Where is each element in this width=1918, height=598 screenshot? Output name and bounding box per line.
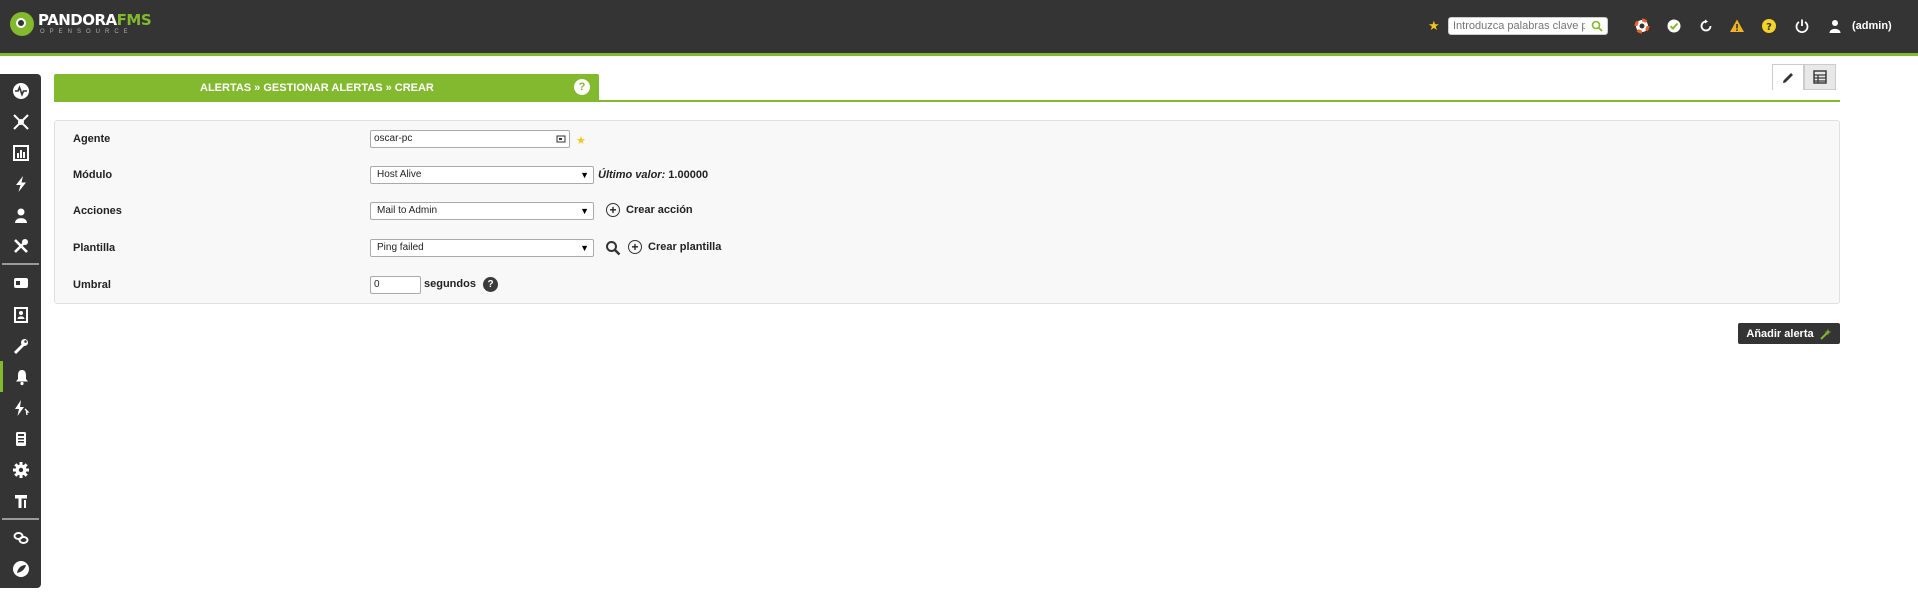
contact-icon[interactable] (0, 299, 41, 330)
logo-mark-icon (10, 12, 34, 36)
last-value: Último valor: 1.00000 (598, 169, 708, 181)
logo-main-text: PANDORA (38, 11, 117, 29)
monitoring-icon[interactable] (0, 75, 41, 106)
add-icon: + (606, 203, 620, 217)
hammer-icon[interactable] (0, 485, 41, 516)
tab-list[interactable] (1804, 64, 1836, 90)
agent-value: oscar-pc (374, 133, 413, 144)
list-icon (1813, 70, 1827, 84)
template-select[interactable]: Ping failed ▼ (370, 239, 594, 257)
top-bar: PANDORAFMS OPENSOURCE ★ ? (admin) (0, 0, 1918, 56)
search-icon[interactable] (1591, 20, 1603, 35)
sidebar (0, 74, 41, 588)
svg-text:?: ? (1766, 22, 1772, 33)
logo-fms-text: FMS (116, 11, 152, 29)
header-divider (54, 100, 1840, 102)
module-select[interactable]: Host Alive ▼ (370, 166, 594, 184)
pandora-logo[interactable]: PANDORAFMS OPENSOURCE (10, 11, 152, 36)
wand-icon (1819, 328, 1832, 340)
template-label: Plantilla (73, 242, 116, 254)
add-icon: + (628, 240, 642, 254)
star-icon[interactable]: ★ (1428, 18, 1440, 34)
help-icon[interactable]: ? (574, 79, 590, 95)
users-icon[interactable] (0, 199, 41, 230)
device-icon[interactable] (0, 423, 41, 454)
alert-form: Agente oscar-pc ★ Módulo Host Alive ▼ Úl… (54, 120, 1840, 304)
module-value: Host Alive (377, 169, 422, 180)
wrench-icon[interactable] (0, 330, 41, 361)
star-icon: ★ (576, 135, 586, 147)
chevron-down-icon: ▼ (580, 243, 589, 253)
check-icon[interactable] (1665, 17, 1683, 35)
last-value-number: 1.00000 (668, 169, 709, 181)
actions-label: Acciones (73, 205, 122, 217)
refresh-icon[interactable] (1697, 17, 1715, 35)
create-action-label: Crear acción (626, 204, 693, 216)
tools-icon[interactable] (0, 230, 41, 261)
network-icon[interactable] (0, 106, 41, 137)
reports-icon[interactable] (0, 137, 41, 168)
create-template-button[interactable]: + Crear plantilla (628, 240, 721, 254)
template-value: Ping failed (377, 242, 424, 253)
agent-label: Agente (73, 133, 111, 145)
threshold-unit: segundos (424, 278, 476, 290)
agent-select-icon (556, 135, 566, 143)
threshold-input[interactable]: 0 (370, 276, 421, 294)
create-action-button[interactable]: + Crear acción (606, 203, 693, 217)
tab-edit[interactable] (1772, 64, 1804, 90)
page-header: ALERTAS » GESTIONAR ALERTAS » CREAR ? (54, 74, 599, 100)
view-tabs (1772, 64, 1836, 90)
chevron-down-icon: ▼ (580, 206, 589, 216)
sidebar-separator (2, 518, 39, 520)
alert-bolt-icon[interactable] (0, 392, 41, 423)
servers-icon[interactable] (0, 267, 41, 298)
sidebar-separator (2, 263, 39, 265)
alerts-icon[interactable] (0, 361, 41, 392)
last-value-label: Último valor: (598, 169, 666, 181)
agent-field[interactable]: oscar-pc (370, 130, 570, 148)
pandora-icon[interactable] (0, 553, 41, 584)
help-icon[interactable]: ? (1760, 17, 1778, 35)
search-box[interactable] (1448, 17, 1608, 35)
chevron-down-icon: ▼ (580, 170, 589, 180)
warning-icon[interactable] (1728, 17, 1746, 35)
add-alert-label: Añadir alerta (1746, 327, 1814, 340)
user-icon[interactable] (1826, 17, 1844, 35)
add-alert-button[interactable]: Añadir alerta (1738, 323, 1840, 344)
search-input[interactable] (1453, 19, 1585, 33)
links-icon[interactable] (0, 522, 41, 553)
actions-value: Mail to Admin (377, 205, 438, 216)
search-icon[interactable] (605, 240, 621, 259)
power-icon[interactable] (1793, 17, 1811, 35)
breadcrumb[interactable]: ALERTAS » GESTIONAR ALERTAS » CREAR (200, 82, 434, 94)
logo-sub-text: OPENSOURCE (40, 29, 133, 35)
help-icon[interactable]: ? (483, 277, 498, 292)
events-icon[interactable] (0, 168, 41, 199)
edit-icon (1783, 72, 1793, 83)
settings-icon[interactable] (0, 454, 41, 485)
actions-select[interactable]: Mail to Admin ▼ (370, 202, 594, 220)
create-template-label: Crear plantilla (648, 241, 722, 253)
module-label: Módulo (73, 169, 113, 181)
user-label[interactable]: (admin) (1852, 20, 1892, 32)
threshold-value: 0 (374, 279, 380, 290)
threshold-label: Umbral (73, 279, 111, 291)
lifebuoy-icon[interactable] (1633, 17, 1651, 35)
